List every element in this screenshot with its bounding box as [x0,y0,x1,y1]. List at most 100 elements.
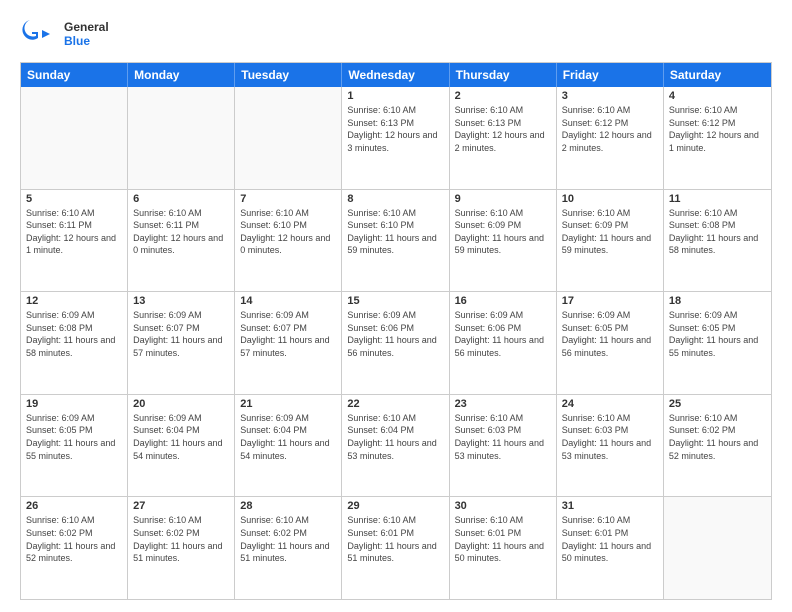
day-info: Sunrise: 6:10 AMSunset: 6:02 PMDaylight:… [240,514,336,564]
day-info: Sunrise: 6:09 AMSunset: 6:05 PMDaylight:… [669,309,766,359]
day-number: 24 [562,398,658,410]
logo: GeneralBlue [20,16,109,52]
calendar-cell: 12 Sunrise: 6:09 AMSunset: 6:08 PMDayligh… [21,292,128,394]
day-number: 20 [133,398,229,410]
weekday-header: Saturday [664,63,771,87]
day-number: 10 [562,193,658,205]
weekday-header: Friday [557,63,664,87]
day-info: Sunrise: 6:09 AMSunset: 6:06 PMDaylight:… [347,309,443,359]
day-info: Sunrise: 6:10 AMSunset: 6:10 PMDaylight:… [240,207,336,257]
calendar-cell: 29Sunrise: 6:10 AMSunset: 6:01 PMDayligh… [342,497,449,599]
calendar-header: SundayMondayTuesdayWednesdayThursdayFrid… [21,63,771,87]
calendar-cell: 8 Sunrise: 6:10 AMSunset: 6:10 PMDaylight… [342,190,449,292]
day-number: 28 [240,500,336,512]
day-info: Sunrise: 6:10 AMSunset: 6:02 PMDaylight:… [669,412,766,462]
day-number: 13 [133,295,229,307]
day-info: Sunrise: 6:10 AMSunset: 6:03 PMDaylight:… [455,412,551,462]
day-number: 14 [240,295,336,307]
calendar-row: 12 Sunrise: 6:09 AMSunset: 6:08 PMDayligh… [21,292,771,395]
calendar-cell: 19Sunrise: 6:09 AMSunset: 6:05 PMDayligh… [21,395,128,497]
day-info: Sunrise: 6:09 AMSunset: 6:04 PMDaylight:… [133,412,229,462]
calendar-cell: 28 Sunrise: 6:10 AMSunset: 6:02 PMDayligh… [235,497,342,599]
calendar-row: 1 Sunrise: 6:10 AMSunset: 6:13 PMDaylight… [21,87,771,190]
day-number: 8 [347,193,443,205]
calendar-body: 1 Sunrise: 6:10 AMSunset: 6:13 PMDaylight… [21,87,771,599]
day-info: Sunrise: 6:10 AMSunset: 6:11 PMDaylight:… [133,207,229,257]
calendar-cell: 7 Sunrise: 6:10 AMSunset: 6:10 PMDaylight… [235,190,342,292]
calendar-cell [21,87,128,189]
day-info: Sunrise: 6:10 AMSunset: 6:04 PMDaylight:… [347,412,443,462]
day-info: Sunrise: 6:10 AMSunset: 6:03 PMDaylight:… [562,412,658,462]
day-number: 17 [562,295,658,307]
day-info: Sunrise: 6:10 AMSunset: 6:08 PMDaylight:… [669,207,766,257]
day-info: Sunrise: 6:10 AMSunset: 6:11 PMDaylight:… [26,207,122,257]
weekday-header: Monday [128,63,235,87]
calendar-cell: 5 Sunrise: 6:10 AMSunset: 6:11 PMDaylight… [21,190,128,292]
day-number: 21 [240,398,336,410]
day-number: 11 [669,193,766,205]
day-info: Sunrise: 6:09 AMSunset: 6:07 PMDaylight:… [133,309,229,359]
weekday-header: Thursday [450,63,557,87]
day-number: 18 [669,295,766,307]
day-info: Sunrise: 6:10 AMSunset: 6:12 PMDaylight:… [669,104,766,154]
day-info: Sunrise: 6:10 AMSunset: 6:09 PMDaylight:… [455,207,551,257]
calendar-cell: 21 Sunrise: 6:09 AMSunset: 6:04 PMDayligh… [235,395,342,497]
day-info: Sunrise: 6:09 AMSunset: 6:08 PMDaylight:… [26,309,122,359]
calendar-row: 19Sunrise: 6:09 AMSunset: 6:05 PMDayligh… [21,395,771,498]
calendar: SundayMondayTuesdayWednesdayThursdayFrid… [20,62,772,600]
day-number: 25 [669,398,766,410]
day-info: Sunrise: 6:10 AMSunset: 6:02 PMDaylight:… [133,514,229,564]
day-info: Sunrise: 6:10 AMSunset: 6:09 PMDaylight:… [562,207,658,257]
calendar-cell: 26Sunrise: 6:10 AMSunset: 6:02 PMDayligh… [21,497,128,599]
calendar-row: 26Sunrise: 6:10 AMSunset: 6:02 PMDayligh… [21,497,771,599]
day-number: 12 [26,295,122,307]
day-number: 9 [455,193,551,205]
day-info: Sunrise: 6:10 AMSunset: 6:01 PMDaylight:… [562,514,658,564]
day-number: 30 [455,500,551,512]
logo-text: GeneralBlue [64,20,109,49]
calendar-cell: 18 Sunrise: 6:09 AMSunset: 6:05 PMDayligh… [664,292,771,394]
calendar-cell: 14 Sunrise: 6:09 AMSunset: 6:07 PMDayligh… [235,292,342,394]
calendar-cell [128,87,235,189]
day-number: 23 [455,398,551,410]
day-number: 5 [26,193,122,205]
calendar-cell: 3 Sunrise: 6:10 AMSunset: 6:12 PMDaylight… [557,87,664,189]
calendar-cell [664,497,771,599]
calendar-cell: 31Sunrise: 6:10 AMSunset: 6:01 PMDayligh… [557,497,664,599]
calendar-cell: 13 Sunrise: 6:09 AMSunset: 6:07 PMDayligh… [128,292,235,394]
calendar-cell: 2Sunrise: 6:10 AMSunset: 6:13 PMDaylight… [450,87,557,189]
day-number: 6 [133,193,229,205]
calendar-cell: 17 Sunrise: 6:09 AMSunset: 6:05 PMDayligh… [557,292,664,394]
day-info: Sunrise: 6:09 AMSunset: 6:06 PMDaylight:… [455,309,551,359]
day-number: 27 [133,500,229,512]
day-number: 7 [240,193,336,205]
weekday-header: Tuesday [235,63,342,87]
calendar-cell: 6 Sunrise: 6:10 AMSunset: 6:11 PMDaylight… [128,190,235,292]
day-number: 15 [347,295,443,307]
day-info: Sunrise: 6:09 AMSunset: 6:05 PMDaylight:… [26,412,122,462]
day-info: Sunrise: 6:09 AMSunset: 6:04 PMDaylight:… [240,412,336,462]
calendar-cell: 10 Sunrise: 6:10 AMSunset: 6:09 PMDayligh… [557,190,664,292]
day-number: 1 [347,90,443,102]
calendar-cell: 24 Sunrise: 6:10 AMSunset: 6:03 PMDayligh… [557,395,664,497]
day-info: Sunrise: 6:10 AMSunset: 6:13 PMDaylight:… [347,104,443,154]
calendar-cell: 1 Sunrise: 6:10 AMSunset: 6:13 PMDaylight… [342,87,449,189]
calendar-cell: 22 Sunrise: 6:10 AMSunset: 6:04 PMDayligh… [342,395,449,497]
day-number: 22 [347,398,443,410]
day-info: Sunrise: 6:10 AMSunset: 6:02 PMDaylight:… [26,514,122,564]
calendar-cell: 11 Sunrise: 6:10 AMSunset: 6:08 PMDayligh… [664,190,771,292]
day-number: 16 [455,295,551,307]
calendar-cell: 27 Sunrise: 6:10 AMSunset: 6:02 PMDayligh… [128,497,235,599]
calendar-cell [235,87,342,189]
day-info: Sunrise: 6:10 AMSunset: 6:12 PMDaylight:… [562,104,658,154]
day-info: Sunrise: 6:09 AMSunset: 6:07 PMDaylight:… [240,309,336,359]
day-info: Sunrise: 6:10 AMSunset: 6:10 PMDaylight:… [347,207,443,257]
calendar-cell: 20 Sunrise: 6:09 AMSunset: 6:04 PMDayligh… [128,395,235,497]
calendar-cell: 9 Sunrise: 6:10 AMSunset: 6:09 PMDaylight… [450,190,557,292]
calendar-cell: 16 Sunrise: 6:09 AMSunset: 6:06 PMDayligh… [450,292,557,394]
day-number: 29 [347,500,443,512]
calendar-cell: 4Sunrise: 6:10 AMSunset: 6:12 PMDaylight… [664,87,771,189]
day-info: Sunrise: 6:10 AMSunset: 6:13 PMDaylight:… [455,104,551,154]
day-info: Sunrise: 6:09 AMSunset: 6:05 PMDaylight:… [562,309,658,359]
day-number: 3 [562,90,658,102]
